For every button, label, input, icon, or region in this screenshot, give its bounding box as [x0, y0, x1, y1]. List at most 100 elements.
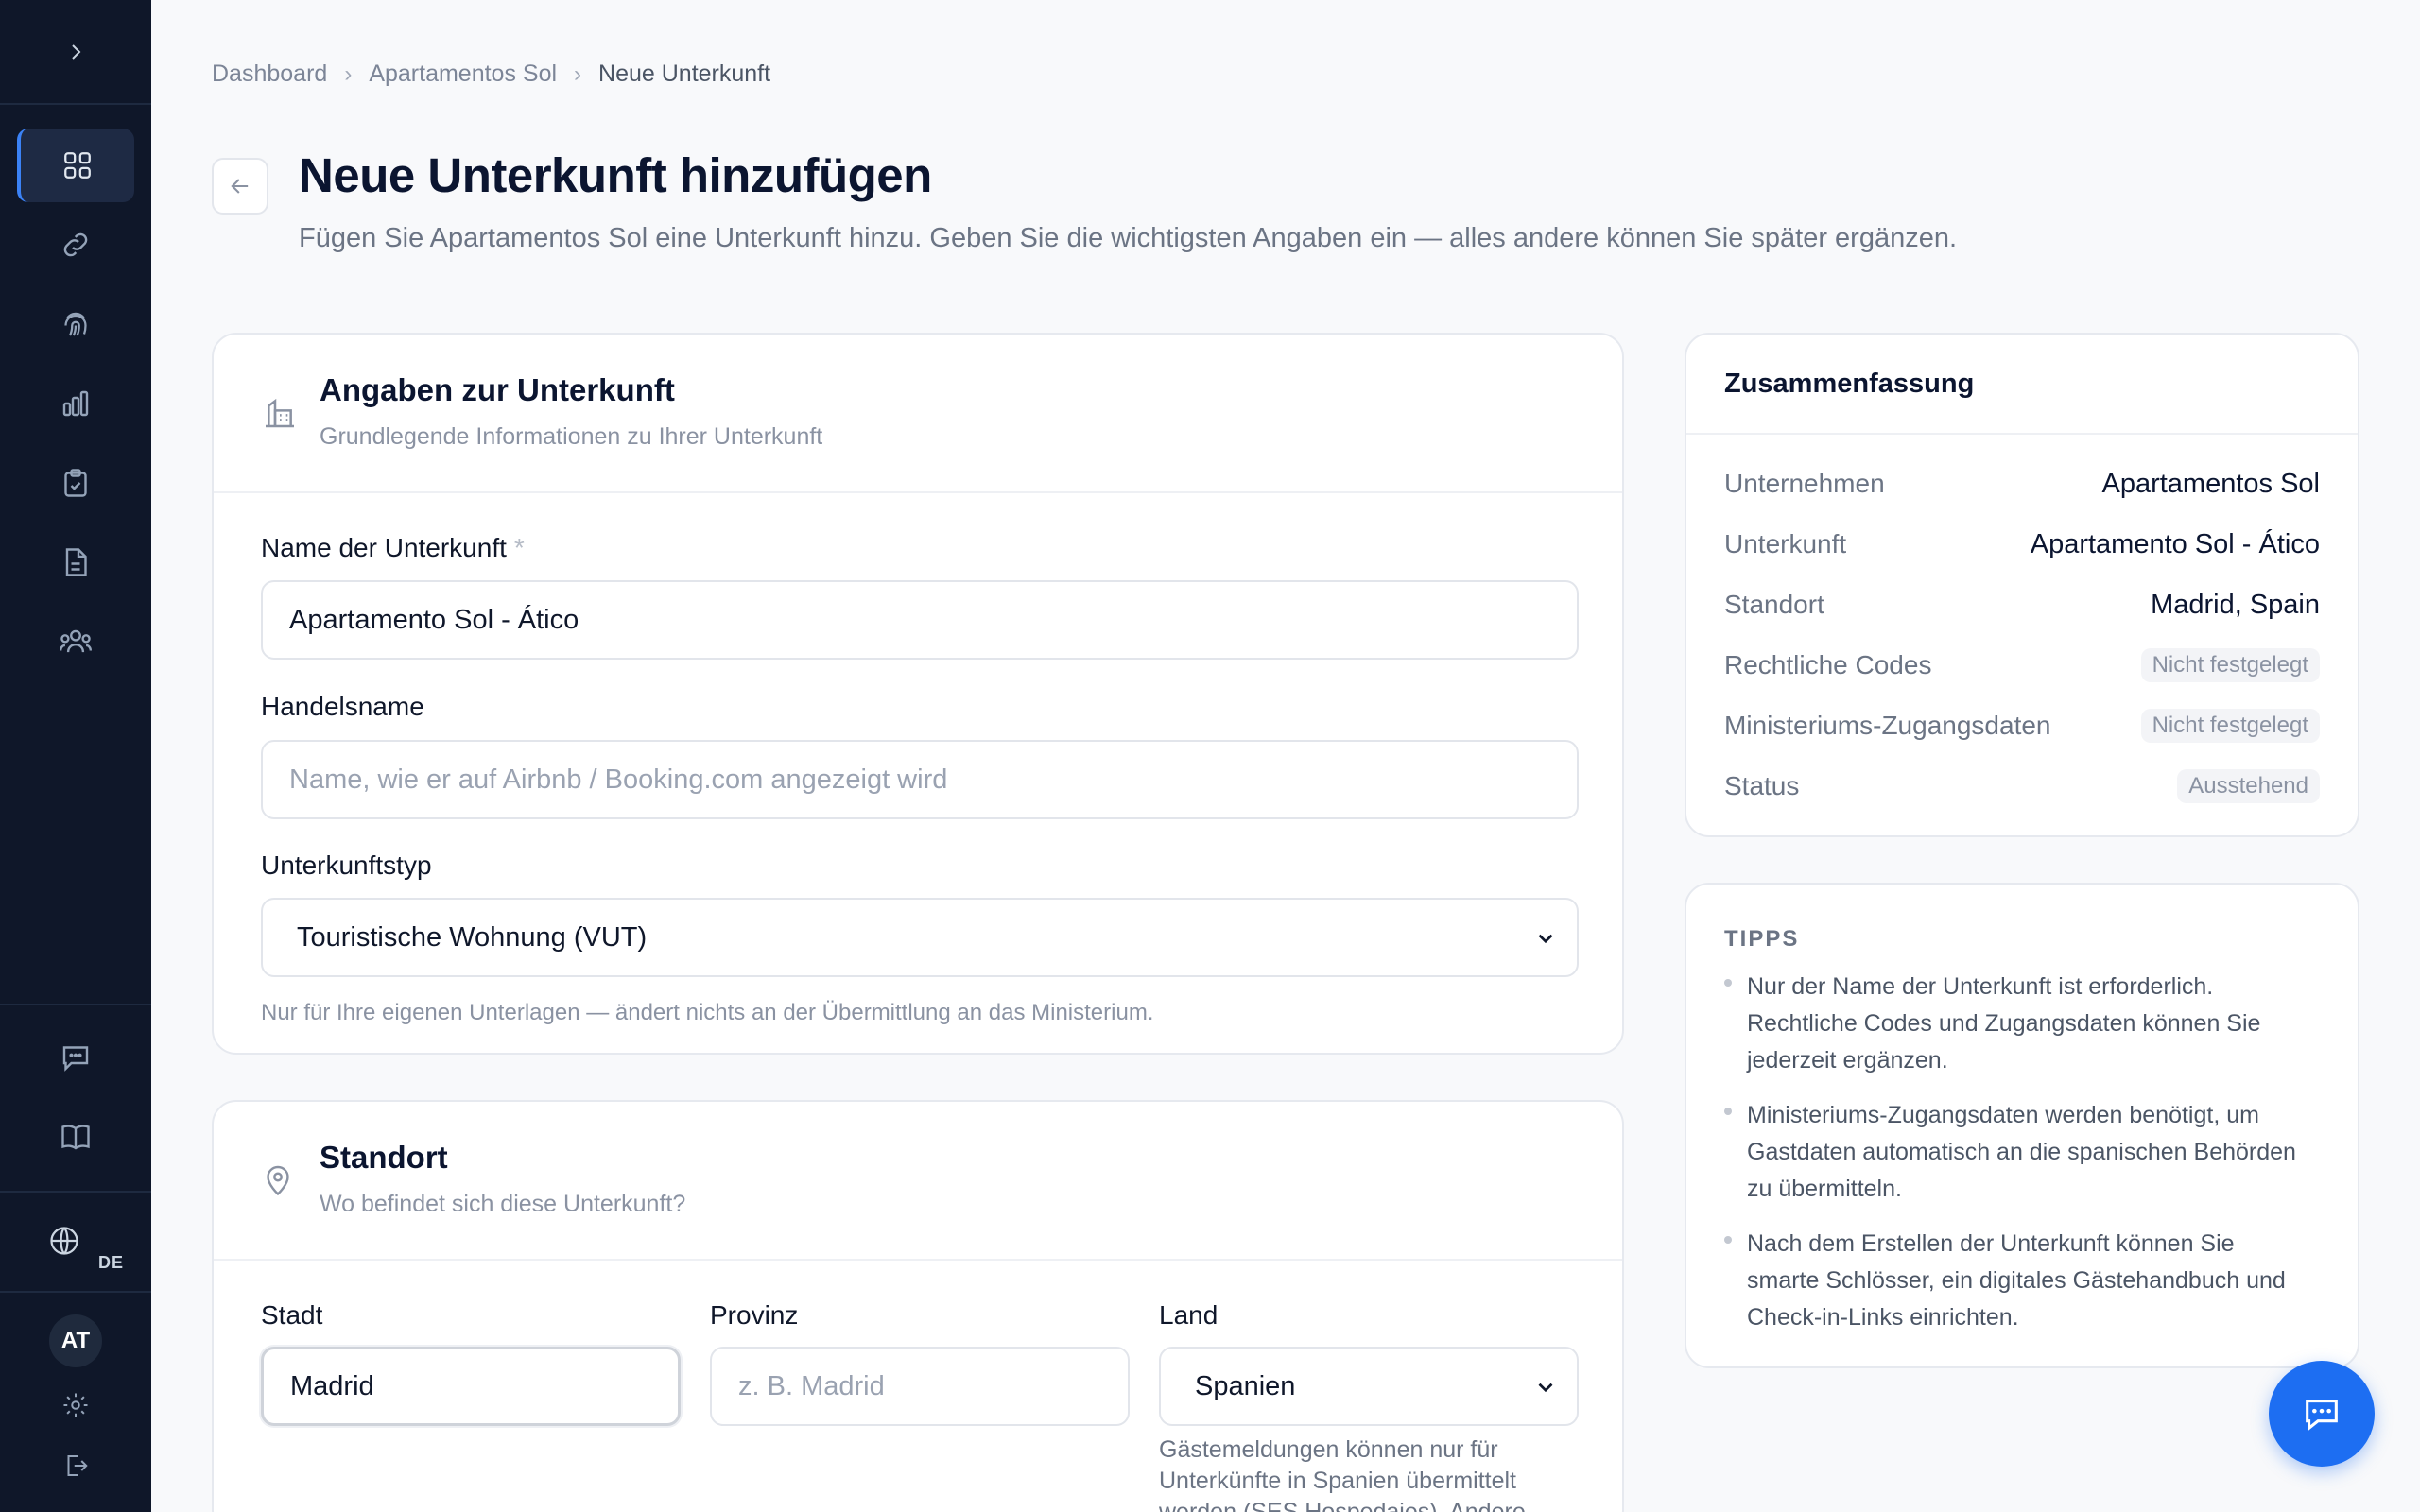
chevron-right-icon: › — [574, 60, 582, 87]
country-value: Spanien — [1195, 1370, 1296, 1401]
sidebar-divider — [0, 1004, 151, 1005]
property-type-label: Unterkunftstyp — [261, 850, 432, 880]
summary-row-company: Unternehmen Apartamentos Sol — [1724, 465, 2320, 503]
sidebar-toggle-button[interactable] — [0, 0, 151, 105]
country-label: Land — [1159, 1300, 1219, 1330]
required-marker: * — [513, 533, 525, 562]
name-field-label: Name der Unterkunft * — [261, 533, 525, 563]
summary-key: Standort — [1724, 590, 1824, 619]
property-details-card: Angaben zur Unterkunft Grundlegende Info… — [212, 333, 1624, 1055]
breadcrumb: Dashboard › Apartamentos Sol › Neue Unte… — [212, 60, 770, 88]
breadcrumb-item-dashboard[interactable]: Dashboard — [212, 60, 327, 88]
card-subtitle: Wo befindet sich diese Unterkunft? — [320, 1191, 686, 1217]
clipboard-check-icon — [64, 469, 87, 497]
settings-button[interactable] — [17, 1386, 134, 1424]
sidebar-item-tasks[interactable] — [17, 446, 134, 520]
location-card: Standort Wo befindet sich diese Unterkun… — [212, 1100, 1624, 1512]
chevron-right-icon — [72, 43, 81, 60]
summary-card: Zusammenfassung Unternehmen Apartamentos… — [1685, 333, 2360, 837]
breadcrumb-item-current: Neue Unterkunft — [598, 60, 771, 87]
breadcrumb-item-company[interactable]: Apartamentos Sol — [369, 60, 557, 88]
summary-row-location: Standort Madrid, Spain — [1724, 586, 2320, 624]
tip-item: Nach dem Erstellen der Unterkunft können… — [1747, 1230, 2286, 1331]
summary-value: Apartamento Sol - Ático — [2030, 528, 2320, 559]
summary-value: Madrid, Spain — [2151, 589, 2320, 620]
chevron-down-icon — [1538, 934, 1553, 944]
card-subtitle: Grundlegende Informationen zu Ihrer Unte… — [320, 423, 823, 450]
users-icon — [59, 629, 93, 653]
property-name-input[interactable] — [261, 580, 1579, 660]
gear-icon — [63, 1393, 88, 1418]
summary-row-status: Status Ausstehend — [1724, 767, 2320, 805]
country-hint-line: Gästemeldungen können nur für — [1159, 1436, 1498, 1463]
arrow-left-icon — [231, 179, 249, 194]
sidebar-item-analytics[interactable] — [17, 367, 134, 440]
grid-icon — [64, 152, 91, 179]
trade-name-input[interactable] — [261, 740, 1579, 819]
status-badge: Nicht festgelegt — [2140, 709, 2320, 743]
tips-title: TIPPS — [1724, 926, 1800, 952]
summary-key: Ministeriums-Zugangsdaten — [1724, 711, 2051, 740]
card-header: Standort Wo befindet sich diese Unterkun… — [214, 1102, 1622, 1261]
property-type-hint: Nur für Ihre eigenen Unterlagen — ändert… — [261, 1000, 1154, 1025]
country-hint-line: Unterkünfte in Spanien übermittelt — [1159, 1468, 1516, 1494]
fingerprint-icon — [64, 312, 87, 336]
card-title: Standort — [320, 1140, 448, 1175]
book-icon — [61, 1125, 90, 1150]
country-hint: Gästemeldungen können nur für Unterkünft… — [1159, 1435, 1556, 1512]
chat-button[interactable] — [2269, 1361, 2375, 1467]
page-title: Neue Unterkunft hinzufügen — [299, 148, 932, 202]
property-type-value: Touristische Wohnung (VUT) — [297, 921, 648, 953]
province-input[interactable] — [710, 1347, 1130, 1426]
status-badge: Ausstehend — [2177, 769, 2320, 803]
card-title: Angaben zur Unterkunft — [320, 372, 675, 407]
summary-key: Unterkunft — [1724, 529, 1847, 558]
summary-row-property: Unterkunft Apartamento Sol - Ático — [1724, 525, 2320, 563]
bullet-icon — [1724, 1108, 1732, 1115]
country-select[interactable]: Spanien — [1159, 1347, 1579, 1426]
back-button[interactable] — [212, 158, 268, 215]
tips-card: TIPPS Nur der Name der Unterkunft ist er… — [1685, 883, 2360, 1368]
sidebar-item-messages[interactable] — [17, 1021, 134, 1094]
tip-item: Ministeriums-Zugangsdaten werden benötig… — [1747, 1102, 2296, 1202]
map-pin-icon — [267, 1165, 289, 1196]
message-icon — [62, 1046, 89, 1072]
chevron-down-icon — [1538, 1383, 1553, 1393]
sidebar-item-dashboard[interactable] — [17, 129, 134, 202]
globe-icon — [50, 1227, 78, 1255]
summary-key: Status — [1724, 771, 1800, 800]
property-type-select[interactable]: Touristische Wohnung (VUT) — [261, 898, 1579, 977]
building-icon — [266, 398, 294, 428]
summary-title: Zusammenfassung — [1724, 369, 1975, 399]
avatar[interactable]: AT — [49, 1314, 102, 1367]
language-switcher[interactable] — [17, 1204, 112, 1278]
sidebar: DE AT — [0, 0, 151, 1512]
bullet-icon — [1724, 979, 1732, 987]
document-icon — [65, 548, 87, 576]
country-hint-line: werden (SES.Hospedajes). Andere — [1159, 1499, 1526, 1512]
sidebar-item-documents[interactable] — [17, 525, 134, 599]
summary-value: Apartamentos Sol — [2101, 468, 2320, 499]
sidebar-item-guests[interactable] — [17, 605, 134, 679]
summary-row-legal-codes: Rechtliche Codes Nicht festgelegt — [1724, 646, 2320, 684]
sidebar-item-guide[interactable] — [17, 1100, 134, 1174]
sidebar-divider — [0, 1291, 151, 1293]
bar-chart-icon — [62, 390, 89, 417]
chevron-right-icon: › — [344, 60, 353, 87]
summary-divider — [1686, 433, 2358, 435]
name-label-text: Name der Unterkunft — [261, 533, 507, 562]
link-icon — [63, 232, 88, 257]
summary-key: Unternehmen — [1724, 469, 1885, 498]
language-label: DE — [98, 1253, 125, 1272]
status-badge: Nicht festgelegt — [2140, 648, 2320, 682]
card-header: Angaben zur Unterkunft Grundlegende Info… — [214, 335, 1622, 493]
sidebar-item-access[interactable] — [17, 287, 134, 361]
sidebar-item-links[interactable] — [17, 208, 134, 282]
city-input[interactable] — [261, 1347, 681, 1426]
page-subtitle: Fügen Sie Apartamentos Sol eine Unterkun… — [299, 223, 1958, 253]
city-label: Stadt — [261, 1300, 323, 1330]
trade-name-label: Handelsname — [261, 692, 424, 721]
chat-icon — [2306, 1400, 2338, 1432]
logout-button[interactable] — [17, 1447, 134, 1485]
province-label: Provinz — [710, 1300, 799, 1330]
